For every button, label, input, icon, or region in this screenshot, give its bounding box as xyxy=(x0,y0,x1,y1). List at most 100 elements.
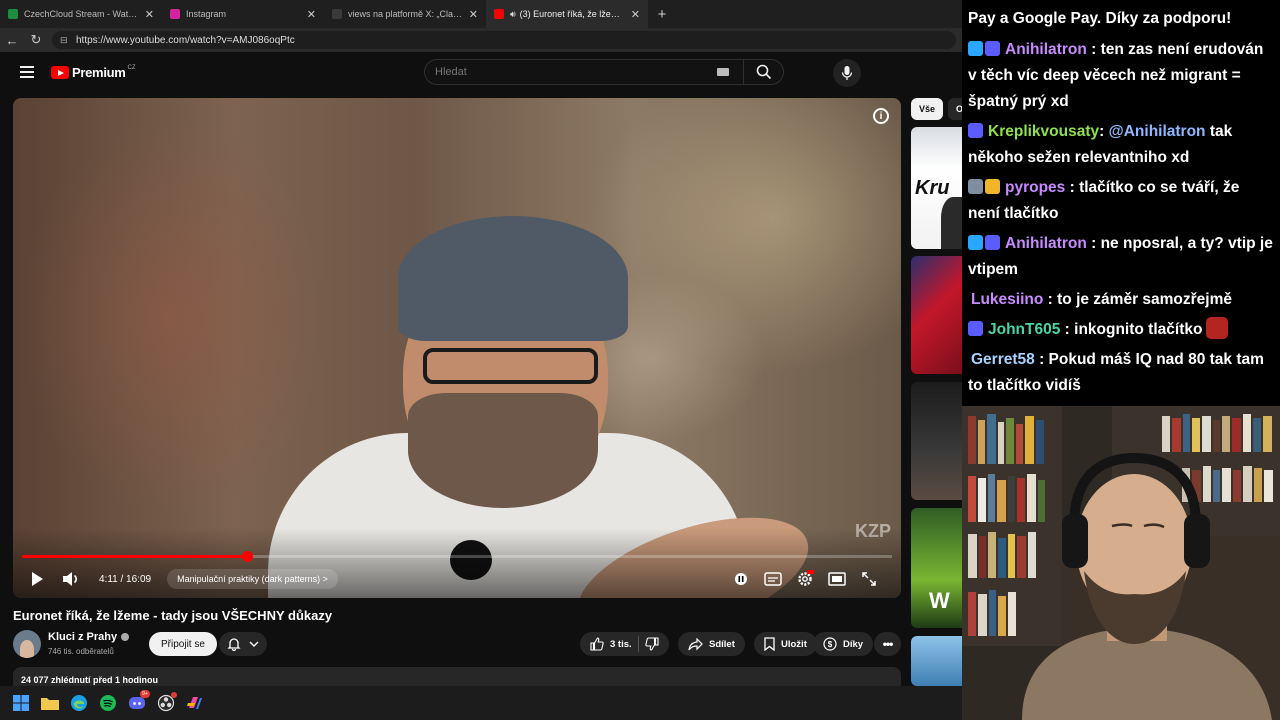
info-icon[interactable]: i xyxy=(873,108,889,124)
video-player[interactable]: KZP i 4:11 / 16:09 Manipulační praktiky … xyxy=(13,98,901,598)
thumbs-up-icon xyxy=(590,637,604,651)
time-display: 4:11 / 16:09 xyxy=(99,573,152,585)
channel-avatar[interactable] xyxy=(13,630,41,658)
chat-badge-icon xyxy=(985,179,1000,194)
edge-icon xyxy=(71,695,87,711)
voice-search-button[interactable] xyxy=(833,59,861,87)
search-box xyxy=(424,59,784,85)
file-explorer-icon[interactable] xyxy=(41,694,59,712)
chat-message-list: Anihilatron : ten zas není erudován v tě… xyxy=(968,37,1274,399)
dislike-button[interactable] xyxy=(644,637,659,651)
search-input[interactable] xyxy=(425,60,717,84)
recommended-thumbnail[interactable] xyxy=(911,256,962,374)
progress-bar[interactable] xyxy=(22,551,892,562)
thumbnail-text-art: W xyxy=(929,588,950,613)
more-actions-button[interactable]: ••• xyxy=(874,632,901,656)
close-tab-icon[interactable]: ✕ xyxy=(307,8,316,21)
tab-instagram[interactable]: Instagram ✕ xyxy=(162,0,324,28)
keyboard-icon[interactable] xyxy=(717,68,729,76)
folder-icon xyxy=(41,698,59,710)
more-dots-icon: ••• xyxy=(882,637,894,651)
like-dislike-group: 3 tis. xyxy=(580,632,669,656)
autoplay-toggle[interactable] xyxy=(729,567,753,591)
volume-button[interactable] xyxy=(59,567,83,591)
czechcloud-favicon-icon xyxy=(8,9,18,19)
thanks-label: Díky xyxy=(843,638,864,650)
channel-name[interactable]: Kluci z Prahy xyxy=(48,631,130,643)
chat-badge-icon xyxy=(968,321,983,336)
microphone-icon xyxy=(841,66,853,80)
reload-button[interactable]: ↻ xyxy=(24,28,48,52)
tab-title: (3) Euronet říká, že lžeme - ta... xyxy=(519,9,627,19)
recommended-thumbnail[interactable] xyxy=(911,382,962,500)
obs-icon[interactable] xyxy=(157,692,177,712)
thanks-button[interactable]: $ Díky xyxy=(813,632,874,656)
chapter-button[interactable]: Manipulační praktiky (dark patterns) > xyxy=(167,569,338,589)
chat-username: Kreplikvousaty xyxy=(988,123,1100,140)
tab-title: CzechCloud Stream - Watch Live ... xyxy=(24,9,141,19)
chat-badge-icon xyxy=(968,235,983,250)
like-button[interactable]: 3 tis. xyxy=(590,637,632,651)
chat-badge-icon xyxy=(968,41,983,56)
youtube-logo[interactable]: Premium CZ xyxy=(51,65,136,80)
logo-text: Premium xyxy=(72,65,126,80)
tab-youtube[interactable]: 🔊︎ (3) Euronet říká, že lžeme - ta... ✕ xyxy=(486,0,648,28)
chat-message: Lukesiino : to je záměr samozřejmě xyxy=(968,287,1274,313)
subtitles-icon xyxy=(764,572,782,586)
join-button[interactable]: Připojit se xyxy=(149,632,217,656)
chat-message: Gerret58 : Pokud máš IQ nad 80 tak tam t… xyxy=(968,347,1274,399)
youtube-header: Premium CZ xyxy=(0,52,962,94)
chat-text: : to je záměr samozřejmě xyxy=(1043,291,1233,308)
recommended-thumbnail[interactable]: Kru xyxy=(911,127,962,249)
video-person-beard xyxy=(408,393,598,508)
spotify-icon[interactable] xyxy=(99,694,117,712)
save-button[interactable]: Uložit xyxy=(754,632,817,656)
recommended-thumbnail[interactable]: W xyxy=(911,508,962,628)
edge-browser-icon[interactable] xyxy=(70,694,88,712)
settings-button[interactable] xyxy=(793,567,817,591)
chat-username: Lukesiino xyxy=(971,291,1044,308)
subtitles-button[interactable] xyxy=(761,567,785,591)
speaker-icon[interactable]: 🔊︎ xyxy=(510,9,516,20)
address-bar: ← ↻ ⊟ https://www.youtube.com/watch?v=AM… xyxy=(0,28,962,52)
chat-badge-icon xyxy=(985,235,1000,250)
notification-bell-button[interactable] xyxy=(219,632,267,656)
chip-all[interactable]: Vše xyxy=(911,98,944,120)
video-person-cap xyxy=(398,216,628,341)
bell-icon xyxy=(227,638,241,651)
recommended-thumbnail[interactable] xyxy=(911,636,962,686)
windows-start-icon[interactable] xyxy=(12,694,30,712)
close-tab-icon[interactable]: ✕ xyxy=(631,8,640,21)
chat-username: Anihilatron xyxy=(1005,235,1087,252)
save-label: Uložit xyxy=(781,638,807,650)
miniplayer-button[interactable] xyxy=(825,567,849,591)
close-tab-icon[interactable]: ✕ xyxy=(469,8,478,21)
view-stats: 24 077 zhlédnutí před 1 hodinou xyxy=(21,675,159,685)
expand-icon xyxy=(862,572,876,586)
streamer-webcam xyxy=(962,406,1280,720)
player-controls-right xyxy=(729,567,889,591)
site-info-icon[interactable]: ⊟ xyxy=(60,35,70,46)
youtube-play-logo-icon xyxy=(51,66,69,79)
chat-badge-icon xyxy=(968,123,983,138)
search-button[interactable] xyxy=(743,59,783,85)
windows-taskbar: 9+ xyxy=(0,686,962,720)
back-button[interactable]: ← xyxy=(0,28,24,52)
tab-czechcloud[interactable]: CzechCloud Stream - Watch Live ... ✕ xyxy=(0,0,162,28)
chat-emote-icon xyxy=(1206,317,1229,339)
share-button[interactable]: Sdílet xyxy=(678,632,745,656)
copilot-icon[interactable] xyxy=(186,694,204,712)
chat-message-partial: Pay a Google Pay. Díky za podporu! xyxy=(968,10,1232,27)
spotify-logo-icon xyxy=(100,695,116,711)
fullscreen-button[interactable] xyxy=(857,567,881,591)
url-field[interactable]: ⊟ https://www.youtube.com/watch?v=AMJ086… xyxy=(52,31,956,49)
new-tab-button[interactable]: + xyxy=(652,0,672,28)
play-button[interactable] xyxy=(25,567,49,591)
tab-title: Instagram xyxy=(186,9,227,19)
tab-x-twitter[interactable]: views na platformě X: „Clavicular ... ✕ xyxy=(324,0,486,28)
close-tab-icon[interactable]: ✕ xyxy=(145,8,154,21)
discord-icon[interactable]: 9+ xyxy=(128,690,150,712)
menu-icon[interactable] xyxy=(20,66,34,78)
divider xyxy=(637,636,639,652)
chat-message: Kreplikvousaty: @Anihilatron tak někoho … xyxy=(968,119,1274,171)
